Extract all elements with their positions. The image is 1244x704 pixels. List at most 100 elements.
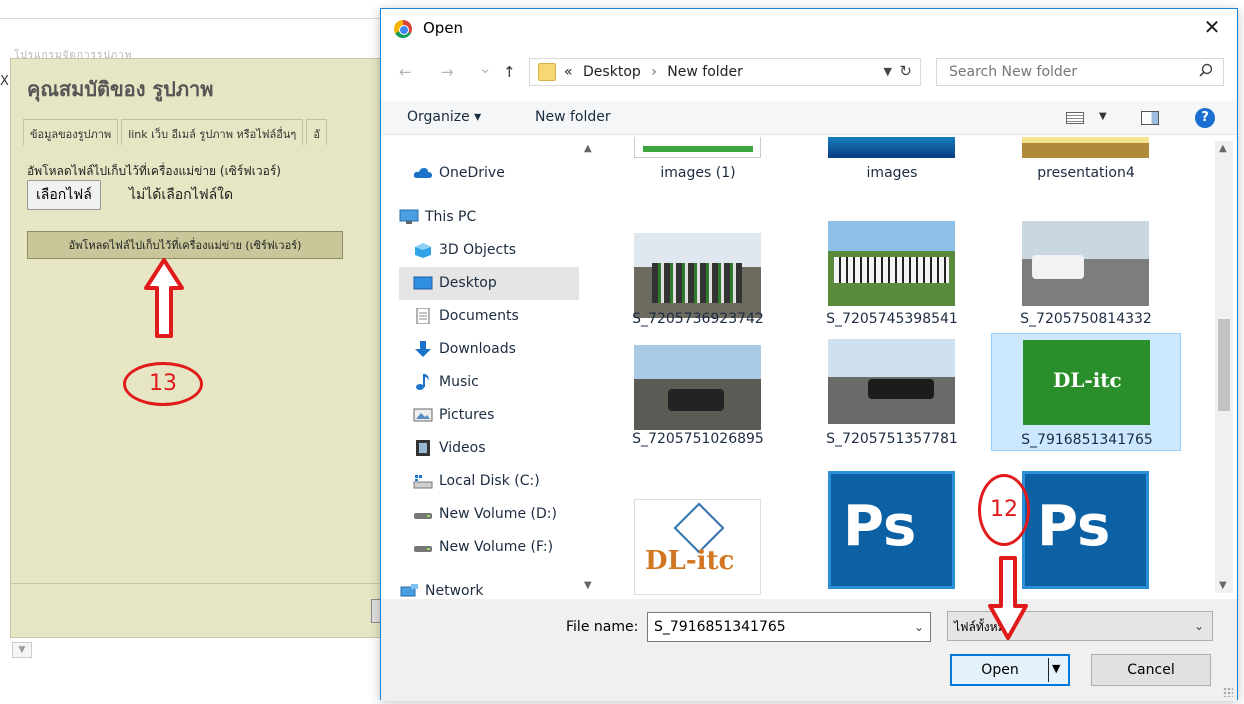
file-list-scrollbar[interactable]: ▲ ▼ bbox=[1215, 141, 1233, 593]
disk-icon bbox=[413, 475, 433, 489]
scroll-up-icon[interactable]: ▲ bbox=[584, 143, 592, 154]
nav-label: Network bbox=[425, 583, 484, 597]
nav-label: Videos bbox=[439, 440, 486, 456]
nav-item-this-pc[interactable]: This PC bbox=[399, 201, 579, 234]
navigation-bar: ← → ⌄ ↑ « Desktop › New folder ▼ ↻ Searc… bbox=[381, 55, 1237, 89]
file-tile[interactable]: Ps bbox=[797, 469, 987, 589]
dialog-footer: File name: S_7916851341765 ⌄ ไฟล์ทั้งหมด… bbox=[381, 599, 1237, 701]
file-name: S_7205750814332 bbox=[1020, 311, 1152, 327]
music-icon bbox=[416, 374, 429, 390]
file-name-input[interactable]: S_7916851341765 ⌄ bbox=[647, 612, 931, 642]
navigation-pane: OneDrive This PC 3D Objects Desktop Docu… bbox=[399, 137, 599, 597]
search-input[interactable]: Search New folder bbox=[936, 58, 1224, 86]
file-name-value: S_7916851341765 bbox=[654, 619, 786, 635]
breadcrumb: « Desktop › New folder bbox=[564, 64, 743, 80]
nav-label: Pictures bbox=[439, 407, 495, 423]
video-icon bbox=[416, 440, 430, 456]
annotation-arrow-down-icon bbox=[988, 556, 1028, 640]
folder-icon bbox=[538, 63, 556, 81]
dialog-footer-divider bbox=[11, 583, 383, 584]
close-icon[interactable]: ✕ bbox=[1199, 15, 1225, 39]
top-divider bbox=[0, 18, 380, 19]
desktop-icon bbox=[413, 276, 433, 290]
nav-label: Local Disk (C:) bbox=[439, 473, 540, 489]
breadcrumb-new-folder[interactable]: New folder bbox=[667, 64, 743, 80]
navigation-scrollbar[interactable]: ▲ ▼ bbox=[580, 141, 598, 593]
upload-label: อัพโหลดไฟล์ไปเก็บไว้ที่เครื่องแม่ข่าย (เ… bbox=[27, 164, 281, 178]
chrome-icon bbox=[394, 20, 412, 38]
scroll-down-icon[interactable]: ▼ bbox=[584, 580, 592, 591]
open-button[interactable]: Open ▼ bbox=[950, 654, 1070, 686]
chevron-down-icon[interactable]: ⌄ bbox=[914, 620, 924, 634]
file-tile[interactable]: S_7205745398541 bbox=[797, 217, 987, 335]
help-icon[interactable]: ? bbox=[1195, 108, 1215, 128]
nav-item-music[interactable]: Music bbox=[399, 366, 579, 399]
file-list: images (1) images presentation4 S_720573… bbox=[603, 137, 1215, 597]
tab-link[interactable]: link เว็บ อีเมล์ รูปภาพ หรือไฟล์อื่นๆ bbox=[121, 119, 304, 145]
nav-item-new-volume-d[interactable]: New Volume (D:) bbox=[399, 498, 579, 531]
tab-image-info[interactable]: ข้อมูลของรูปภาพ bbox=[23, 119, 119, 145]
tab-upload[interactable]: อั bbox=[306, 119, 327, 145]
file-name: images (1) bbox=[660, 165, 736, 181]
recent-locations-icon[interactable]: ⌄ bbox=[479, 59, 492, 77]
up-arrow-icon[interactable]: ↑ bbox=[503, 63, 516, 81]
logo-text: DL-itc bbox=[645, 546, 735, 576]
preview-pane-icon[interactable] bbox=[1141, 111, 1159, 125]
cancel-button[interactable]: Cancel bbox=[1091, 654, 1211, 686]
view-options-icon[interactable] bbox=[1066, 112, 1084, 124]
nav-item-local-disk-c[interactable]: Local Disk (C:) bbox=[399, 465, 579, 498]
file-name: S_7916851341765 bbox=[1021, 432, 1153, 448]
chevron-down-icon[interactable]: ⌄ bbox=[1194, 619, 1204, 633]
file-name: S_7205736923742 bbox=[632, 311, 764, 327]
nav-item-videos[interactable]: Videos bbox=[399, 432, 579, 465]
scroll-down-icon[interactable]: ▼ bbox=[1219, 580, 1227, 591]
open-options-dropdown-icon[interactable]: ▼ bbox=[1052, 662, 1060, 675]
forward-arrow-icon[interactable]: → bbox=[441, 63, 454, 81]
file-name: images bbox=[866, 165, 918, 181]
nav-item-documents[interactable]: Documents bbox=[399, 300, 579, 333]
chevron-down-icon[interactable]: ▼ bbox=[1099, 111, 1107, 122]
file-tile[interactable]: DL-itc bbox=[603, 469, 793, 595]
chevron-down-icon[interactable]: ▼ bbox=[884, 65, 892, 78]
search-icon bbox=[1199, 63, 1213, 77]
file-tile[interactable]: presentation4 bbox=[991, 137, 1181, 191]
nav-label: 3D Objects bbox=[439, 242, 517, 258]
upload-to-server-button[interactable]: อัพโหลดไฟล์ไปเก็บไว้ที่เครื่องแม่ข่าย (เ… bbox=[27, 231, 343, 259]
refresh-icon[interactable]: ↻ bbox=[899, 62, 912, 80]
address-bar[interactable]: « Desktop › New folder ▼ ↻ bbox=[529, 58, 921, 86]
file-tile[interactable]: S_7205736923742 bbox=[603, 217, 793, 335]
annotation-step-13: 13 bbox=[123, 362, 203, 406]
new-folder-button[interactable]: New folder bbox=[535, 109, 611, 125]
breadcrumb-overflow[interactable]: « bbox=[564, 64, 573, 80]
file-tile[interactable]: S_7205751026895 bbox=[603, 335, 793, 453]
nav-item-onedrive[interactable]: OneDrive bbox=[399, 157, 579, 190]
nav-label: OneDrive bbox=[439, 165, 505, 181]
nav-item-desktop[interactable]: Desktop bbox=[399, 267, 579, 300]
file-tile[interactable]: S_7205750814332 bbox=[991, 217, 1181, 335]
file-tile[interactable]: images (1) bbox=[603, 137, 793, 191]
search-placeholder: Search New folder bbox=[949, 64, 1078, 80]
nav-item-network[interactable]: Network bbox=[399, 575, 579, 597]
nav-item-downloads[interactable]: Downloads bbox=[399, 333, 579, 366]
scrollbar-thumb[interactable] bbox=[583, 155, 595, 255]
nav-label: Documents bbox=[439, 308, 519, 324]
scrollbar-thumb[interactable] bbox=[1218, 319, 1230, 411]
nav-item-new-volume-f[interactable]: New Volume (F:) bbox=[399, 531, 579, 564]
pictures-icon bbox=[413, 408, 433, 422]
breadcrumb-desktop[interactable]: Desktop bbox=[583, 64, 641, 80]
nav-item-3d-objects[interactable]: 3D Objects bbox=[399, 234, 579, 267]
close-tab-icon[interactable]: X bbox=[0, 74, 9, 89]
file-tile-selected[interactable]: DL-itc S_7916851341765 bbox=[991, 333, 1181, 451]
nav-item-pictures[interactable]: Pictures bbox=[399, 399, 579, 432]
file-type-select[interactable]: ไฟล์ทั้งหมด ⌄ bbox=[947, 611, 1213, 641]
resize-grip-icon[interactable] bbox=[1223, 687, 1233, 697]
choose-file-button[interactable]: เลือกไฟล์ bbox=[27, 180, 101, 210]
file-tile[interactable]: S_7205751357781 bbox=[797, 335, 987, 453]
open-button-label: Open bbox=[981, 662, 1019, 678]
file-tile[interactable]: images bbox=[797, 137, 987, 191]
organize-button[interactable]: Organize ▾ bbox=[407, 109, 481, 125]
file-thumbnail: Ps bbox=[828, 471, 955, 589]
back-arrow-icon[interactable]: ← bbox=[399, 63, 412, 81]
scroll-up-icon[interactable]: ▲ bbox=[1219, 143, 1227, 154]
scroll-down-icon[interactable]: ▼ bbox=[12, 642, 32, 658]
